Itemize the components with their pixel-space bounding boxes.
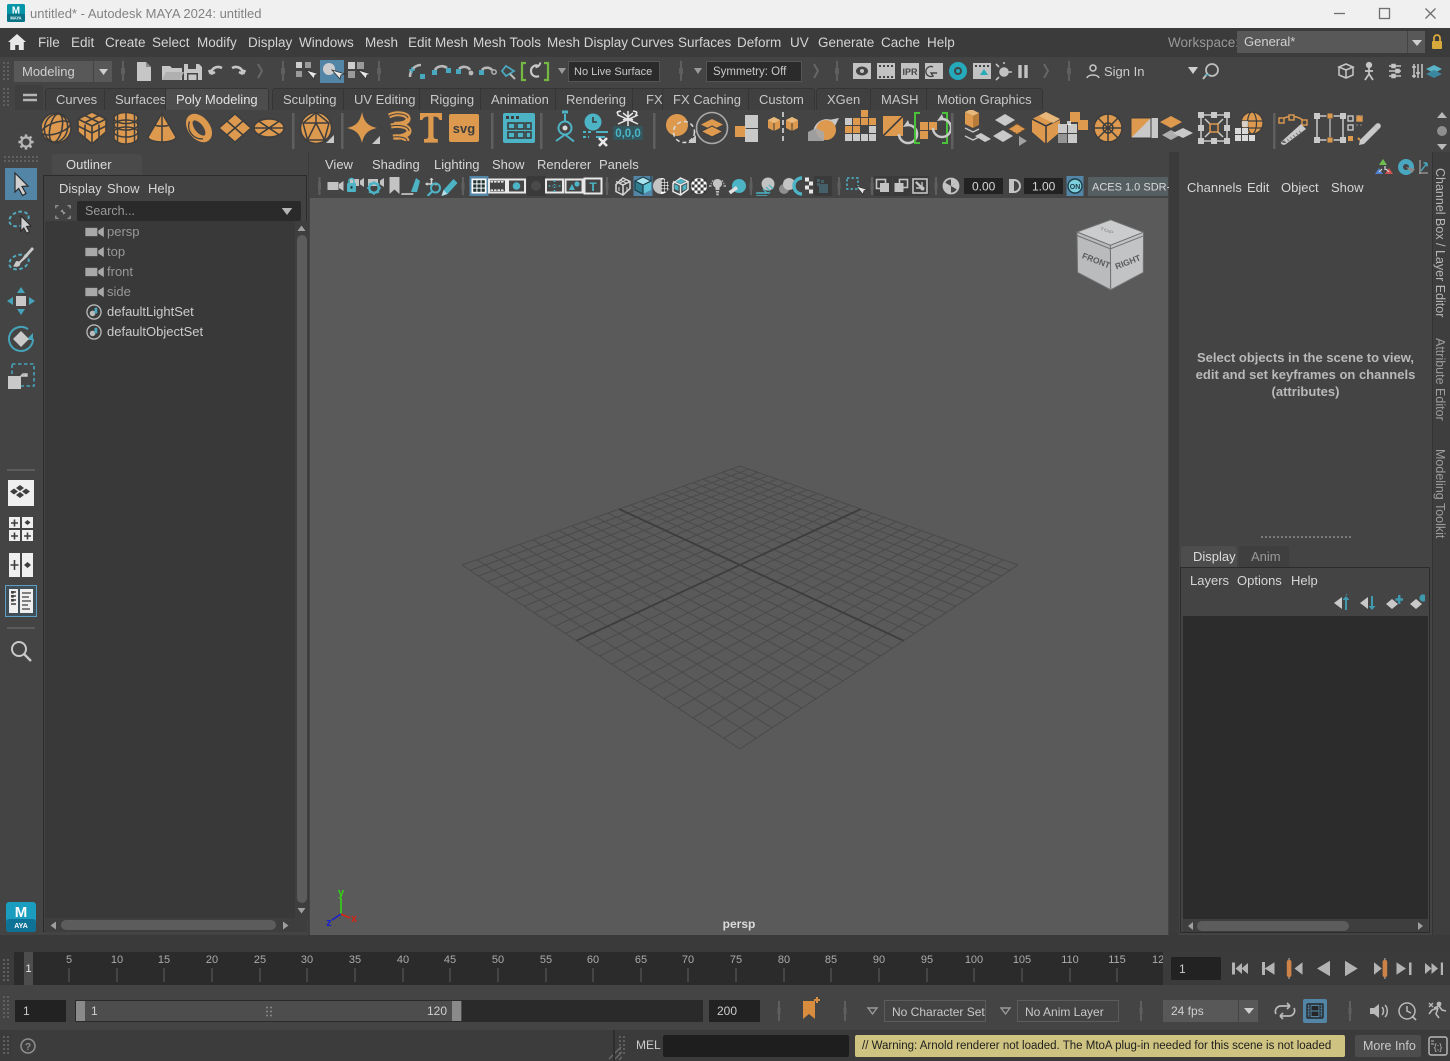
- svg-text:110: 110: [1061, 954, 1079, 966]
- svg-text:70: 70: [682, 954, 694, 966]
- svg-text:IPR: IPR: [902, 67, 918, 77]
- svg-text:55: 55: [540, 954, 552, 966]
- svg-text:{;}: {;}: [1434, 1042, 1443, 1052]
- svg-text:75: 75: [730, 954, 742, 966]
- svg-text:1.00: 1.00: [1032, 180, 1056, 194]
- svg-text:10: 10: [111, 954, 123, 966]
- svg-text:Channel Box / Layer Editor: Channel Box / Layer Editor: [1433, 168, 1447, 317]
- svg-text:40: 40: [397, 954, 409, 966]
- svg-text:90: 90: [873, 954, 885, 966]
- svg-text:AYA: AYA: [14, 923, 28, 930]
- svg-text:Modeling Toolkit: Modeling Toolkit: [1433, 449, 1447, 539]
- svg-text:12: 12: [1152, 954, 1163, 966]
- svg-text:5: 5: [66, 954, 72, 966]
- svg-text:45: 45: [444, 954, 456, 966]
- svg-text:100: 100: [965, 954, 983, 966]
- svg-text:M: M: [15, 904, 28, 921]
- svg-text:Attribute Editor: Attribute Editor: [1433, 338, 1447, 421]
- svg-text:115: 115: [1108, 954, 1126, 966]
- svg-text:95: 95: [921, 954, 933, 966]
- svg-text:50: 50: [492, 954, 504, 966]
- svg-text:15: 15: [158, 954, 170, 966]
- svg-text:0,0,0: 0,0,0: [615, 128, 641, 140]
- svg-text:85: 85: [825, 954, 837, 966]
- svg-text:20: 20: [206, 954, 218, 966]
- svg-text:35: 35: [349, 954, 361, 966]
- svg-text:?: ?: [25, 1042, 31, 1053]
- svg-text:105: 105: [1013, 954, 1031, 966]
- svg-text:30: 30: [301, 954, 313, 966]
- svg-text:svg: svg: [453, 121, 475, 136]
- svg-text:ON: ON: [1070, 184, 1081, 191]
- svg-text:60: 60: [587, 954, 599, 966]
- svg-text:0.00: 0.00: [972, 180, 996, 194]
- svg-text:65: 65: [635, 954, 647, 966]
- svg-text:y: y: [338, 888, 345, 899]
- svg-text:25: 25: [254, 954, 266, 966]
- svg-text:T: T: [589, 180, 597, 194]
- svg-text:MAYA: MAYA: [10, 16, 21, 21]
- svg-text:ACES 1.0 SDR-v: ACES 1.0 SDR-v: [1092, 182, 1169, 194]
- svg-text:80: 80: [778, 954, 790, 966]
